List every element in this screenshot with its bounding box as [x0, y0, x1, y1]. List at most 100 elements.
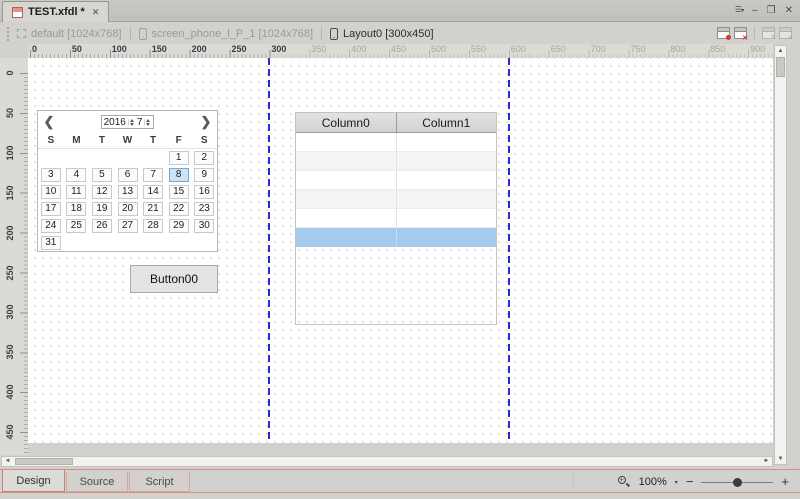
- calendar-date[interactable]: 30: [194, 219, 214, 233]
- calendar-date-cell[interactable]: 3: [38, 166, 64, 183]
- calendar-date[interactable]: 9: [194, 168, 214, 182]
- grid-column-header[interactable]: Column0: [296, 113, 397, 133]
- horizontal-scroll-thumb[interactable]: [15, 458, 73, 465]
- calendar-date-cell[interactable]: 24: [38, 217, 64, 234]
- calendar-date-cell[interactable]: 21: [140, 200, 166, 217]
- calendar-date-cell[interactable]: 9: [191, 166, 217, 183]
- calendar-next-icon[interactable]: ❯: [195, 114, 217, 130]
- view-tab-script[interactable]: Script: [129, 472, 190, 492]
- calendar-date[interactable]: 7: [143, 168, 163, 182]
- layout-guide-line[interactable]: [508, 58, 510, 443]
- calendar-date[interactable]: 28: [143, 219, 163, 233]
- calendar-date[interactable]: 27: [118, 219, 138, 233]
- calendar-date-cell[interactable]: 30: [191, 217, 217, 234]
- calendar-date[interactable]: 3: [41, 168, 61, 182]
- calendar-date[interactable]: 10: [41, 185, 61, 199]
- calendar-date[interactable]: 6: [118, 168, 138, 182]
- calendar-widget[interactable]: ❮ 2016 7 ❯ SMTWTFS 123456789101112131415…: [37, 110, 218, 252]
- layout-guide-line[interactable]: [268, 58, 270, 443]
- add-layout-button[interactable]: [717, 27, 730, 39]
- calendar-date[interactable]: 16: [194, 185, 214, 199]
- calendar-date-cell[interactable]: 10: [38, 183, 64, 200]
- grid-cell[interactable]: [397, 152, 497, 171]
- vertical-ruler[interactable]: 050100150200250300350400450: [0, 58, 28, 455]
- button00-widget[interactable]: Button00: [130, 265, 218, 293]
- year-spinner-icon[interactable]: [128, 119, 135, 126]
- grid-cell[interactable]: [397, 190, 497, 209]
- calendar-date-cell[interactable]: 28: [140, 217, 166, 234]
- zoom-slider-knob[interactable]: [733, 478, 742, 487]
- grid-cell[interactable]: [296, 171, 397, 190]
- calendar-date[interactable]: 21: [143, 202, 163, 216]
- delete-layout-button[interactable]: ✕: [734, 27, 747, 39]
- calendar-spin-box[interactable]: 2016 7: [101, 115, 155, 129]
- window-menu-button[interactable]: ☰▾: [735, 4, 743, 17]
- grid-cell[interactable]: [296, 190, 397, 209]
- grid-cell[interactable]: [296, 133, 397, 152]
- calendar-date[interactable]: 18: [66, 202, 86, 216]
- calendar-date[interactable]: 26: [92, 219, 112, 233]
- calendar-date-cell[interactable]: 22: [166, 200, 192, 217]
- calendar-date-cell[interactable]: 16: [191, 183, 217, 200]
- calendar-date[interactable]: 24: [41, 219, 61, 233]
- calendar-date-cell[interactable]: 25: [64, 217, 90, 234]
- scroll-up-icon[interactable]: ▲: [775, 46, 786, 56]
- calendar-date-cell[interactable]: 11: [64, 183, 90, 200]
- calendar-date[interactable]: 29: [169, 219, 189, 233]
- grid-cell[interactable]: [296, 209, 397, 228]
- maximize-button[interactable]: ❐: [767, 5, 776, 17]
- vertical-scrollbar[interactable]: ▲ ▼: [774, 45, 787, 465]
- calendar-date[interactable]: 1: [169, 151, 189, 165]
- calendar-date[interactable]: 2: [194, 151, 214, 165]
- grid-cell[interactable]: [296, 228, 397, 247]
- month-spinner-icon[interactable]: [144, 119, 151, 126]
- calendar-date-cell[interactable]: 18: [64, 200, 90, 217]
- calendar-date[interactable]: 23: [194, 202, 214, 216]
- grid-cell[interactable]: [397, 171, 497, 190]
- grid-cell[interactable]: [397, 209, 497, 228]
- grid-cell[interactable]: [397, 133, 497, 152]
- toolbar-layout-item[interactable]: Layout0 [300x450]: [330, 28, 434, 40]
- calendar-date-cell[interactable]: 23: [191, 200, 217, 217]
- calendar-date-cell[interactable]: 6: [115, 166, 141, 183]
- calendar-date[interactable]: 17: [41, 202, 61, 216]
- calendar-date[interactable]: 4: [66, 168, 86, 182]
- calendar-date-cell[interactable]: 31: [38, 234, 64, 251]
- calendar-date-cell[interactable]: 5: [89, 166, 115, 183]
- grid-selected-row[interactable]: [296, 228, 496, 247]
- calendar-prev-icon[interactable]: ❮: [38, 114, 60, 130]
- grid-row[interactable]: [296, 152, 496, 171]
- calendar-date[interactable]: 15: [169, 185, 189, 199]
- toolbar-layout-item[interactable]: default [1024x768]: [17, 28, 122, 40]
- calendar-date-cell[interactable]: 8: [166, 166, 192, 183]
- calendar-date[interactable]: 20: [118, 202, 138, 216]
- grid-row[interactable]: [296, 171, 496, 190]
- calendar-date-cell[interactable]: 29: [166, 217, 192, 234]
- view-tab-design[interactable]: Design: [2, 470, 65, 492]
- calendar-date[interactable]: 13: [118, 185, 138, 199]
- calendar-date[interactable]: 31: [41, 236, 61, 250]
- horizontal-scrollbar[interactable]: ◄ ►: [1, 456, 773, 467]
- grid-widget[interactable]: Column0Column1: [295, 112, 497, 325]
- calendar-date[interactable]: 5: [92, 168, 112, 182]
- calendar-date-cell[interactable]: 19: [89, 200, 115, 217]
- scroll-left-icon[interactable]: ◄: [2, 457, 13, 466]
- calendar-date-cell[interactable]: 20: [115, 200, 141, 217]
- window-close-button[interactable]: ✕: [785, 5, 793, 17]
- grid-cell[interactable]: [296, 152, 397, 171]
- calendar-date[interactable]: 12: [92, 185, 112, 199]
- grid-row[interactable]: [296, 209, 496, 228]
- grid-row[interactable]: [296, 133, 496, 152]
- calendar-date-cell[interactable]: 13: [115, 183, 141, 200]
- scroll-right-icon[interactable]: ►: [761, 457, 772, 466]
- calendar-selected-date[interactable]: 8: [169, 168, 189, 182]
- calendar-date-cell[interactable]: 7: [140, 166, 166, 183]
- grid-row[interactable]: [296, 190, 496, 209]
- grid-column-header[interactable]: Column1: [397, 113, 497, 133]
- view-tab-source[interactable]: Source: [66, 472, 128, 492]
- toolbar-grip[interactable]: [7, 27, 9, 41]
- calendar-date[interactable]: 25: [66, 219, 86, 233]
- document-tab[interactable]: TEST.xfdl * ✕: [2, 1, 109, 22]
- calendar-date[interactable]: 14: [143, 185, 163, 199]
- zoom-slider[interactable]: [701, 476, 773, 489]
